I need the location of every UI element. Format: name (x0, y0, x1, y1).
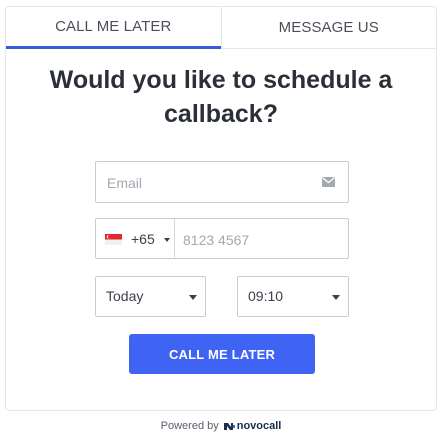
singapore-flag-icon (105, 234, 122, 245)
chevron-down-icon (332, 295, 340, 300)
callback-widget: CALL ME LATER MESSAGE US Would you like … (5, 6, 437, 411)
dial-code: +65 (131, 231, 155, 247)
tab-bar: CALL ME LATER MESSAGE US (6, 7, 436, 49)
call-me-later-button[interactable]: CALL ME LATER (129, 334, 315, 374)
phone-field-wrapper: +65 (95, 218, 349, 260)
page-title: Would you like to schedule a callback? (49, 66, 393, 128)
time-select-value: 09:10 (248, 288, 284, 304)
country-code-select[interactable]: +65 (96, 219, 175, 258)
powered-by-label: Powered by (160, 420, 219, 432)
tab-call-me-later[interactable]: CALL ME LATER (6, 7, 221, 49)
brand-name: novocall (236, 420, 282, 432)
footer: Powered by novocall (0, 418, 442, 434)
day-select-value: Today (106, 288, 144, 304)
time-select[interactable]: 09:10 (237, 276, 349, 317)
day-select[interactable]: Today (95, 276, 206, 317)
chevron-down-icon (189, 295, 197, 300)
envelope-icon (322, 177, 335, 187)
novocall-logo-icon (223, 422, 235, 430)
email-field-wrapper (95, 161, 349, 204)
novocall-logo[interactable]: novocall (223, 420, 282, 432)
tab-message-us[interactable]: MESSAGE US (220, 7, 437, 48)
email-field[interactable] (105, 162, 309, 204)
phone-input[interactable] (181, 219, 345, 260)
chevron-down-icon (164, 238, 170, 242)
